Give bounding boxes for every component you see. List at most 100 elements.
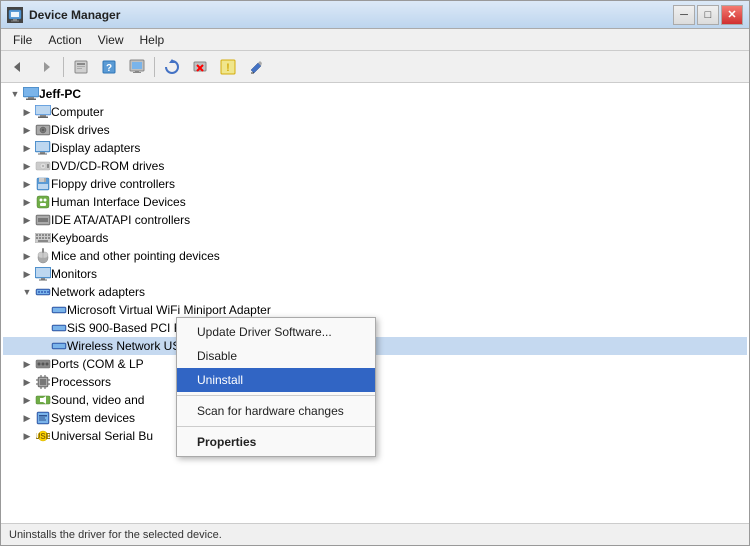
help-button[interactable]: ?: [96, 55, 122, 79]
tree-item-floppy[interactable]: ▶ Floppy drive controllers: [3, 175, 747, 193]
tree-item-computer[interactable]: ▶ Computer: [3, 103, 747, 121]
tree-item-mice[interactable]: ▶ Mice and other pointing devices: [3, 247, 747, 265]
ide-expander[interactable]: ▶: [19, 212, 35, 228]
ctx-scan[interactable]: Scan for hardware changes: [177, 399, 375, 423]
ports-expander[interactable]: ▶: [19, 356, 35, 372]
device-manager-window: Device Manager ─ □ ✕ File Action View He…: [0, 0, 750, 546]
hid-expander[interactable]: ▶: [19, 194, 35, 210]
dvd-label: DVD/CD-ROM drives: [51, 159, 164, 173]
devices-button[interactable]: [124, 55, 150, 79]
monitors-expander[interactable]: ▶: [19, 266, 35, 282]
ctx-uninstall[interactable]: Uninstall: [177, 368, 375, 392]
mice-expander[interactable]: ▶: [19, 248, 35, 264]
device-tree[interactable]: ▼ Jeff-PC ▶: [1, 83, 749, 523]
menu-bar: File Action View Help: [1, 29, 749, 51]
computer-icon: [35, 104, 51, 120]
computer-label: Computer: [51, 105, 104, 119]
ctx-properties[interactable]: Properties: [177, 430, 375, 454]
tree-item-ide[interactable]: ▶ IDE ATA/ATAPI controllers: [3, 211, 747, 229]
usb-expander[interactable]: ▶: [19, 428, 35, 444]
mice-label: Mice and other pointing devices: [51, 249, 220, 263]
wifi-virtual-label: Microsoft Virtual WiFi Miniport Adapter: [67, 303, 271, 317]
floppy-label: Floppy drive controllers: [51, 177, 175, 191]
usb-label: Universal Serial Bu: [51, 429, 153, 443]
keyboard-icon: [35, 230, 51, 246]
sound-expander[interactable]: ▶: [19, 392, 35, 408]
minimize-button[interactable]: ─: [673, 5, 695, 25]
svg-text:USB: USB: [36, 432, 50, 441]
ide-label: IDE ATA/ATAPI controllers: [51, 213, 190, 227]
ctx-disable[interactable]: Disable: [177, 344, 375, 368]
toolbar-sep-1: [63, 57, 64, 77]
ide-icon: [35, 212, 51, 228]
ctx-sep-1: [177, 395, 375, 396]
ports-label: Ports (COM & LP: [51, 357, 144, 371]
window-controls: ─ □ ✕: [673, 5, 743, 25]
disk-expander[interactable]: ▶: [19, 122, 35, 138]
menu-view[interactable]: View: [90, 31, 132, 49]
network-expander[interactable]: ▼: [19, 284, 35, 300]
keyboards-label: Keyboards: [51, 231, 108, 245]
ctx-update-driver[interactable]: Update Driver Software...: [177, 320, 375, 344]
sound-label: Sound, video and: [51, 393, 144, 407]
system-expander[interactable]: ▶: [19, 410, 35, 426]
computer-expander[interactable]: ▶: [19, 104, 35, 120]
refresh-button[interactable]: [159, 55, 185, 79]
close-button[interactable]: ✕: [721, 5, 743, 25]
maximize-button[interactable]: □: [697, 5, 719, 25]
tree-item-keyboards[interactable]: ▶: [3, 229, 747, 247]
scan-button[interactable]: !: [215, 55, 241, 79]
svg-text:?: ?: [106, 63, 112, 74]
title-bar: Device Manager ─ □ ✕: [1, 1, 749, 29]
forward-button[interactable]: [33, 55, 59, 79]
dvd-icon: [35, 158, 51, 174]
properties-button[interactable]: [68, 55, 94, 79]
tree-item-disk[interactable]: ▶ Disk drives: [3, 121, 747, 139]
processors-label: Processors: [51, 375, 111, 389]
tree-item-dvd[interactable]: ▶ DVD/CD-ROM drives: [3, 157, 747, 175]
floppy-icon: [35, 176, 51, 192]
hid-label: Human Interface Devices: [51, 195, 186, 209]
edit-button[interactable]: [243, 55, 269, 79]
context-menu: Update Driver Software... Disable Uninst…: [176, 317, 376, 457]
monitors-label: Monitors: [51, 267, 97, 281]
tree-item-hid[interactable]: ▶ Human Interface Devices: [3, 193, 747, 211]
floppy-expander[interactable]: ▶: [19, 176, 35, 192]
sis-icon: [51, 320, 67, 336]
menu-action[interactable]: Action: [40, 31, 89, 49]
wifi-virtual-icon: [51, 302, 67, 318]
ctx-sep-2: [177, 426, 375, 427]
display-expander[interactable]: ▶: [19, 140, 35, 156]
processor-icon: [35, 374, 51, 390]
status-bar: Uninstalls the driver for the selected d…: [1, 523, 749, 545]
toolbar-sep-2: [154, 57, 155, 77]
uninstall-button[interactable]: [187, 55, 213, 79]
menu-help[interactable]: Help: [132, 31, 173, 49]
display-icon: [35, 140, 51, 156]
system-label: System devices: [51, 411, 135, 425]
tree-item-display[interactable]: ▶ Display adapters: [3, 139, 747, 157]
disk-icon: [35, 122, 51, 138]
network-icon: [35, 284, 51, 300]
network-label: Network adapters: [51, 285, 145, 299]
tree-item-network[interactable]: ▼ Network adapters: [3, 283, 747, 301]
usb-icon: USB: [35, 428, 51, 444]
processors-expander[interactable]: ▶: [19, 374, 35, 390]
menu-file[interactable]: File: [5, 31, 40, 49]
disk-label: Disk drives: [51, 123, 110, 137]
ports-icon: [35, 356, 51, 372]
mouse-icon: [35, 248, 51, 264]
keyboards-expander[interactable]: ▶: [19, 230, 35, 246]
status-text: Uninstalls the driver for the selected d…: [9, 529, 222, 541]
back-button[interactable]: [5, 55, 31, 79]
monitor-icon: [35, 266, 51, 282]
svg-text:!: !: [226, 62, 230, 74]
dvd-expander[interactable]: ▶: [19, 158, 35, 174]
content-area: ▼ Jeff-PC ▶: [1, 83, 749, 523]
tree-item-monitors[interactable]: ▶ Monitors: [3, 265, 747, 283]
root-expander[interactable]: ▼: [7, 86, 23, 102]
tree-root[interactable]: ▼ Jeff-PC: [3, 85, 747, 103]
window-icon: [7, 7, 23, 23]
hid-icon: [35, 194, 51, 210]
toolbar: ?: [1, 51, 749, 83]
